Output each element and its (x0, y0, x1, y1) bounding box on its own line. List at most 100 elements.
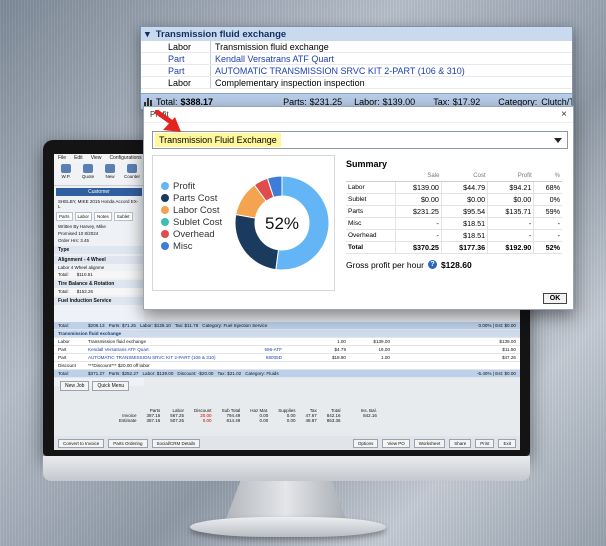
wp-button[interactable]: W.P. (58, 164, 74, 183)
tire-total-value: $152.26 (76, 289, 94, 294)
row-desc: Transmission fluid exchange (88, 339, 147, 344)
line-desc: Transmission fluid exchange (210, 41, 329, 52)
legend-dot (161, 242, 169, 250)
fuel-total-row: Total: $208.13 Parts: $71.25 Labor: $125… (54, 322, 520, 330)
line-type: Part (168, 53, 185, 64)
legend-label: Sublet Cost (173, 216, 223, 228)
menu-configurations[interactable]: Configurations (109, 155, 141, 161)
options-button[interactable]: Options (352, 438, 379, 448)
monitor-neck (226, 481, 346, 519)
customer-tab[interactable]: Customer (56, 188, 142, 196)
legend-dot (161, 206, 169, 214)
tab-notes[interactable]: Notes (94, 212, 112, 221)
legend-item: Sublet Cost (161, 216, 222, 228)
job-pct: -5.40% | Est: $0.00 (477, 371, 516, 376)
callout-arrow-icon (155, 110, 181, 132)
table-row[interactable]: Part AUTOMATIC TRANSMISSION SRVC KIT 2-P… (141, 65, 572, 77)
row-price: 16.00 (378, 347, 391, 352)
table-row[interactable]: Part AUTOMATIC TRANSMISSION SRVC KIT 2-P… (54, 354, 520, 362)
convert-to-invoice-button[interactable]: Convert to Invoice (58, 438, 105, 448)
quote-button[interactable]: Quote (80, 164, 96, 183)
section-fuel-induction[interactable]: Fuel Induction Service (54, 297, 144, 305)
menu-view[interactable]: View (91, 155, 102, 161)
share-button[interactable]: Share (449, 438, 472, 448)
table-row[interactable]: Part Kendall Versatrans ATF Quart 596-AT… (54, 346, 520, 354)
parts-ordering-button[interactable]: Parts Ordering (108, 438, 148, 448)
profit-dialog: Profit × Transmission Fluid Exchange Pro… (143, 106, 574, 310)
section-tire-balance[interactable]: Tire Balance & Rotation (54, 280, 144, 288)
summary-table: Sale Cost Profit % Labor $139.00 $44.79 $94… (346, 172, 562, 254)
type-column-header: Type (54, 246, 144, 254)
ok-button[interactable]: OK (543, 293, 567, 304)
tab-parts[interactable]: Parts (56, 212, 73, 221)
tab-sublet[interactable]: Sublet (113, 212, 133, 221)
view-po-button[interactable]: View PO (382, 438, 410, 448)
row-type: Part (58, 347, 67, 352)
worksheet-button[interactable]: Worksheet (413, 438, 446, 448)
labor-label: Labor: (354, 96, 380, 107)
parts-label: Parts: (283, 96, 307, 107)
table-row-total: Total $370.25 $177.36 $192.90 52% (346, 241, 562, 254)
summary-panel: Summary Sale Cost Profit % Labor $139.00 $… (346, 159, 566, 270)
transmission-job-panel: ▾ Transmission fluid exchange Labor Tran… (140, 26, 573, 110)
written-by: Written By Harvey, Mike (58, 224, 106, 229)
line-desc: AUTOMATIC TRANSMISSION SRVC KIT 2-PART (… (210, 65, 465, 76)
legend-item: Parts Cost (161, 192, 222, 204)
chevron-down-icon[interactable] (554, 137, 562, 143)
table-row[interactable]: Discount ***Discount*** $20.00 off labor (54, 362, 520, 370)
table-row[interactable]: Labor Complementary inspection inspectio… (141, 77, 572, 89)
legend-dot (161, 230, 169, 238)
table-row[interactable]: Labor Transmission fluid exchange 1.00 $… (54, 338, 520, 346)
new-label: New (105, 174, 115, 179)
job-total-value: $371.27 (88, 371, 105, 376)
job-header-transmission[interactable]: Transmission fluid exchange (54, 330, 520, 338)
job-tax: Tax: $21.02 (217, 371, 242, 376)
row-price: 1.00 (381, 355, 390, 360)
legend-dot (161, 218, 169, 226)
table-row: Misc - $18.51- - (346, 217, 562, 230)
new-job-button[interactable]: New Job (60, 381, 90, 391)
collapse-icon[interactable]: ▾ (145, 29, 150, 40)
profit-chart-icon[interactable] (144, 97, 152, 107)
exit-button[interactable]: Exit (498, 438, 516, 448)
invoice-summary: Parts Labor Discount Sub Total Haz Mat. … (114, 408, 382, 423)
category-value: Clutch/Transm (541, 96, 572, 107)
help-icon[interactable]: ? (427, 260, 437, 269)
monitor-stand (190, 517, 386, 537)
gross-value: $128.60 (440, 259, 472, 270)
line-type: Labor (168, 41, 192, 52)
row-ext: $139.00 (499, 339, 516, 344)
menu-edit[interactable]: Edit (74, 155, 83, 161)
print-button[interactable]: Print (475, 438, 495, 448)
order-hours: Order Hrs: 3.45 (58, 238, 90, 243)
counter-button[interactable]: Counter (124, 164, 140, 183)
legend-item: Profit (161, 180, 222, 192)
tab-labor[interactable]: Labor (74, 212, 93, 221)
legend-item: Labor Cost (161, 204, 222, 216)
quick-menu-button[interactable]: Quick Menu (92, 381, 130, 391)
job-select[interactable]: Transmission Fluid Exchange (152, 131, 568, 149)
table-row[interactable]: Labor Transmission fluid exchange (141, 41, 572, 53)
fuel-pct: 0.00% | Est: $0.00 (478, 323, 516, 328)
menu-file[interactable]: File (58, 155, 66, 161)
alignment-labor-line: Labor 4 Wheel alignme (58, 265, 105, 270)
job-category: Category: Fluids (245, 371, 279, 376)
alignment-total-value: $110.51 (76, 272, 93, 277)
section-alignment[interactable]: Alignment - 4 Wheel (54, 256, 144, 264)
monitor-chin (43, 456, 530, 481)
promised-date: Promised 10 8/2024 (58, 231, 99, 236)
table-row[interactable]: Part Kendall Versatrans ATF Quart (141, 53, 572, 65)
profit-chart-panel: Profit Parts Cost Labor Cost Sublet Cost… (152, 155, 335, 291)
alignment-total: Total: $110.51 (54, 271, 144, 278)
table-row: Sublet $0.00 $0.00 $0.00 0% (346, 193, 562, 206)
row-ext: $11.50 (502, 347, 516, 352)
close-icon[interactable]: × (561, 109, 567, 120)
donut-center-label: 52% (265, 214, 299, 233)
column-header: % (533, 172, 562, 182)
new-button[interactable]: New (102, 164, 118, 183)
counter-label: Counter (124, 174, 141, 179)
row-qty: $4.79 (334, 347, 347, 352)
job-header[interactable]: ▾ Transmission fluid exchange (141, 27, 572, 41)
social-crm-button[interactable]: Social/CRM Details (151, 438, 201, 448)
row-qty: $18.90 (331, 355, 346, 360)
